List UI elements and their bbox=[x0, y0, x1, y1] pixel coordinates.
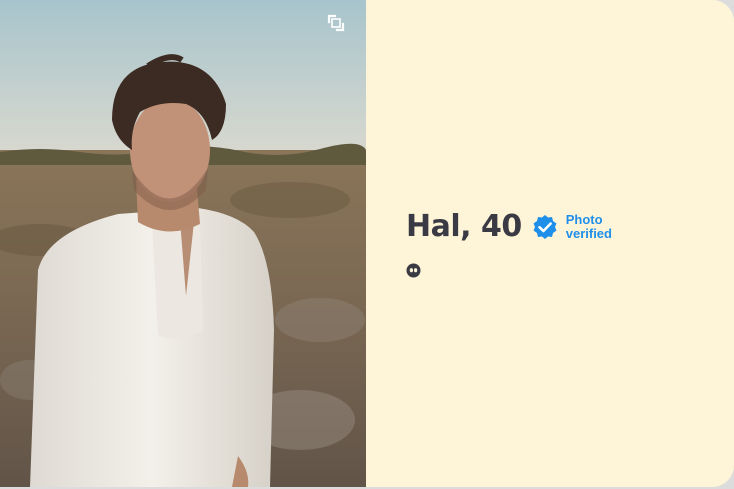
profile-card[interactable]: Hal, 40 Photo verified bbox=[0, 0, 734, 487]
quote-icon bbox=[406, 263, 421, 278]
profile-name-age: Hal, 40 bbox=[406, 209, 522, 244]
photo-verified-line1: Photo bbox=[565, 212, 603, 227]
verified-badge-icon bbox=[533, 215, 557, 239]
photo-verified-label: Photo verified bbox=[566, 213, 612, 241]
profile-photo-image bbox=[0, 0, 366, 487]
profile-photo[interactable] bbox=[0, 0, 366, 487]
expand-icon[interactable] bbox=[325, 12, 347, 34]
photo-verified-line2: verified bbox=[565, 226, 612, 241]
profile-info-panel: Hal, 40 Photo verified bbox=[366, 0, 734, 487]
name-row: Hal, 40 Photo verified bbox=[406, 206, 612, 248]
